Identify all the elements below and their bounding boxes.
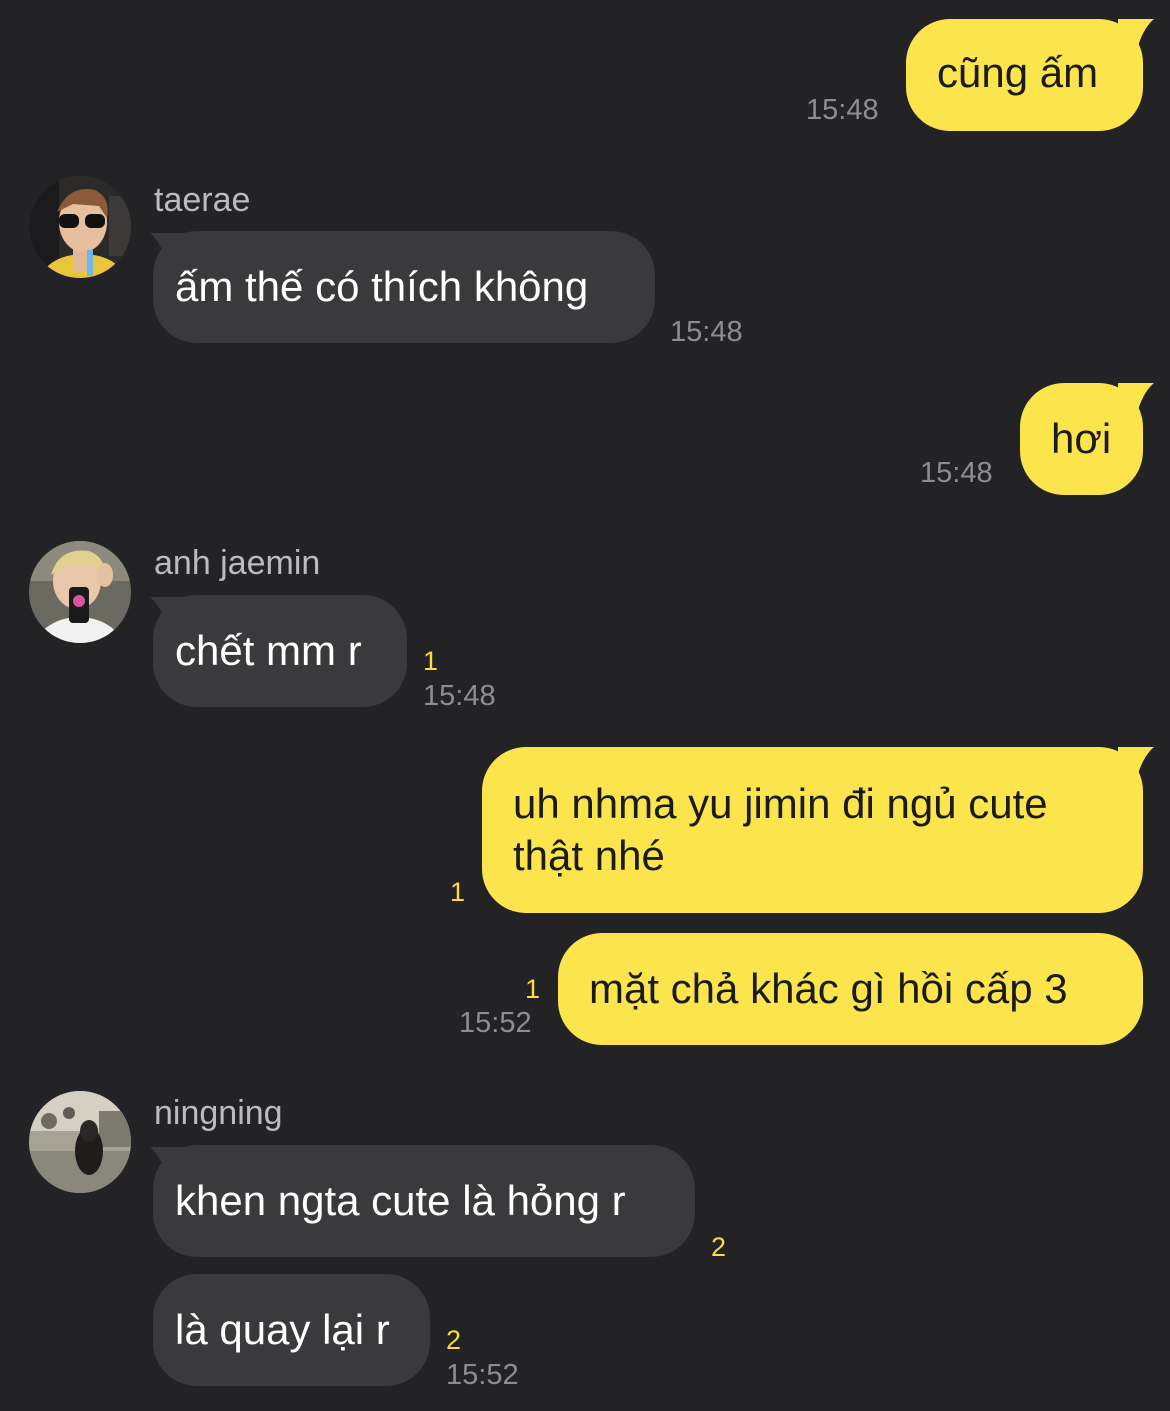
bubble-tail-icon: [1118, 19, 1154, 53]
unread-count: 1: [423, 646, 439, 676]
message-text-line: uh nhma yu jimin đi ngủ cute: [513, 780, 1048, 827]
message-time: 15:52: [459, 1007, 532, 1039]
my-message-bubble[interactable]: cũng ấm: [906, 19, 1143, 131]
unread-count: 1: [450, 877, 466, 907]
message-time: 15:48: [670, 316, 743, 348]
message-text: là quay lại r: [175, 1306, 390, 1353]
message-time: 15:52: [446, 1359, 519, 1391]
message-time: 15:48: [920, 457, 993, 489]
profile-photo-icon: [29, 176, 131, 278]
message-text: mặt chả khác gì hồi cấp 3: [589, 965, 1068, 1012]
unread-count: 2: [711, 1232, 727, 1262]
message-text: chết mm r: [175, 627, 362, 674]
bubble-tail-icon: [1118, 747, 1154, 781]
their-message-bubble[interactable]: chết mm r: [153, 595, 407, 707]
avatar-taerae[interactable]: [29, 176, 131, 278]
profile-photo-icon: [29, 1091, 131, 1193]
sender-name: ningning: [154, 1094, 283, 1132]
message-text: cũng ấm: [937, 49, 1099, 96]
message-text: ấm thế có thích không: [175, 263, 589, 310]
unread-count: 1: [525, 974, 541, 1004]
profile-photo-icon: [29, 541, 131, 643]
my-message-bubble[interactable]: mặt chả khác gì hồi cấp 3: [558, 933, 1143, 1045]
sender-name: anh jaemin: [154, 544, 321, 582]
avatar-ningning[interactable]: [29, 1091, 131, 1193]
message-text: khen ngta cute là hỏng r: [175, 1177, 626, 1224]
avatar-jaemin[interactable]: [29, 541, 131, 643]
message-text: hơi: [1051, 415, 1112, 462]
their-message-bubble[interactable]: ấm thế có thích không: [153, 231, 655, 343]
their-message-bubble[interactable]: là quay lại r: [153, 1274, 430, 1386]
bubble-tail-icon: [1118, 383, 1154, 417]
message-time: 15:48: [806, 94, 879, 126]
my-message-bubble[interactable]: uh nhma yu jimin đi ngủ cute thật nhé: [482, 747, 1143, 913]
their-message-bubble[interactable]: khen ngta cute là hỏng r: [153, 1145, 695, 1257]
unread-count: 2: [446, 1325, 462, 1355]
sender-name: taerae: [154, 181, 251, 219]
message-time: 15:48: [423, 680, 496, 712]
message-text-line: thật nhé: [513, 832, 665, 879]
